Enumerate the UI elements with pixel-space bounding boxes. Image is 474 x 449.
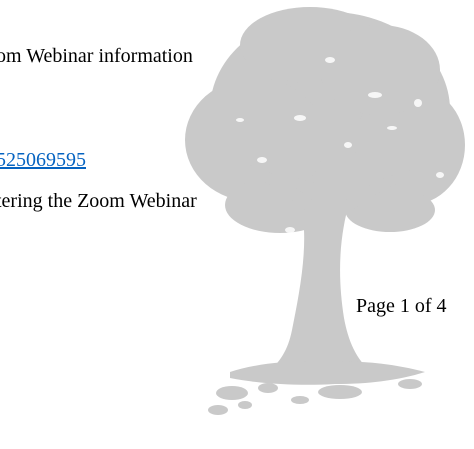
document-page: om Webinar information 525069595 tering …: [0, 0, 474, 449]
webinar-info-heading: om Webinar information: [0, 45, 193, 67]
entering-webinar-text: tering the Zoom Webinar: [0, 190, 197, 212]
page-number: Page 1 of 4: [356, 295, 447, 317]
webinar-link[interactable]: 525069595: [0, 148, 86, 172]
